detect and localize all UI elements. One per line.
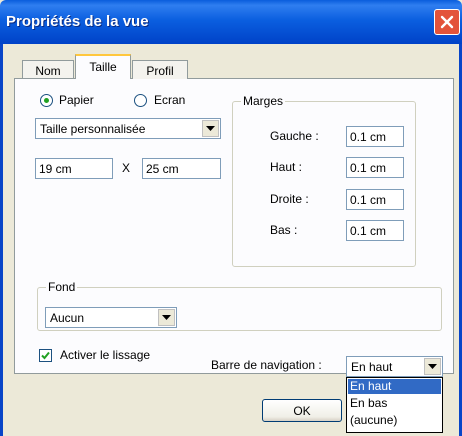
navbar-option-en-bas[interactable]: En bas [348,396,441,411]
background-value: Aucun [50,311,85,325]
background-select[interactable]: Aucun [45,307,177,328]
margin-gauche-label: Gauche : [270,129,319,143]
close-button[interactable] [434,9,460,35]
chevron-down-icon[interactable] [202,120,219,137]
radio-papier[interactable] [40,94,53,107]
width-field[interactable]: 19 cm [35,158,113,179]
window-title: Propriétés de la vue [6,13,149,30]
radio-papier-label: Papier [59,93,94,107]
paper-size-value: Taille personnalisée [40,122,146,136]
tab-taille[interactable]: Taille [75,54,131,79]
background-title: Fond [46,280,78,294]
chevron-down-icon[interactable] [158,309,175,326]
margin-bas-label: Bas : [270,223,298,237]
ok-button[interactable]: OK [262,399,342,422]
navbar-select[interactable]: En haut [346,356,443,377]
navbar-dropdown-list: En haut En bas (aucune) [346,377,443,433]
height-field[interactable]: 25 cm [142,158,221,179]
tab-nom[interactable]: Nom [22,60,74,79]
margin-gauche-field[interactable]: 0.1 cm [346,126,404,147]
margin-droite-field[interactable]: 0.1 cm [346,189,404,210]
navbar-option-aucune[interactable]: (aucune) [348,413,441,428]
paper-size-select[interactable]: Taille personnalisée [35,118,221,139]
margin-haut-label: Haut : [270,160,303,174]
margin-bas-field[interactable]: 0.1 cm [346,220,404,241]
tab-profil[interactable]: Profil [132,60,188,79]
margins-title: Marges [241,94,286,108]
title-bar[interactable]: Propriétés de la vue [0,0,462,44]
times-sign: X [122,161,131,175]
chevron-down-icon[interactable] [424,358,441,375]
properties-dialog: Propriétés de la vue Nom Taille Profil P… [0,0,462,436]
smoothing-label: Activer le lissage [60,348,151,362]
navbar-option-en-haut[interactable]: En haut [348,379,441,394]
window-border-left [0,44,3,436]
radio-ecran-label: Ecran [154,93,186,107]
radio-ecran[interactable] [134,94,147,107]
margin-haut-field[interactable]: 0.1 cm [346,157,404,178]
navbar-value: En haut [351,360,393,374]
navbar-label: Barre de navigation : [211,358,322,372]
margin-droite-label: Droite : [270,192,309,206]
smoothing-checkbox[interactable] [39,349,52,362]
